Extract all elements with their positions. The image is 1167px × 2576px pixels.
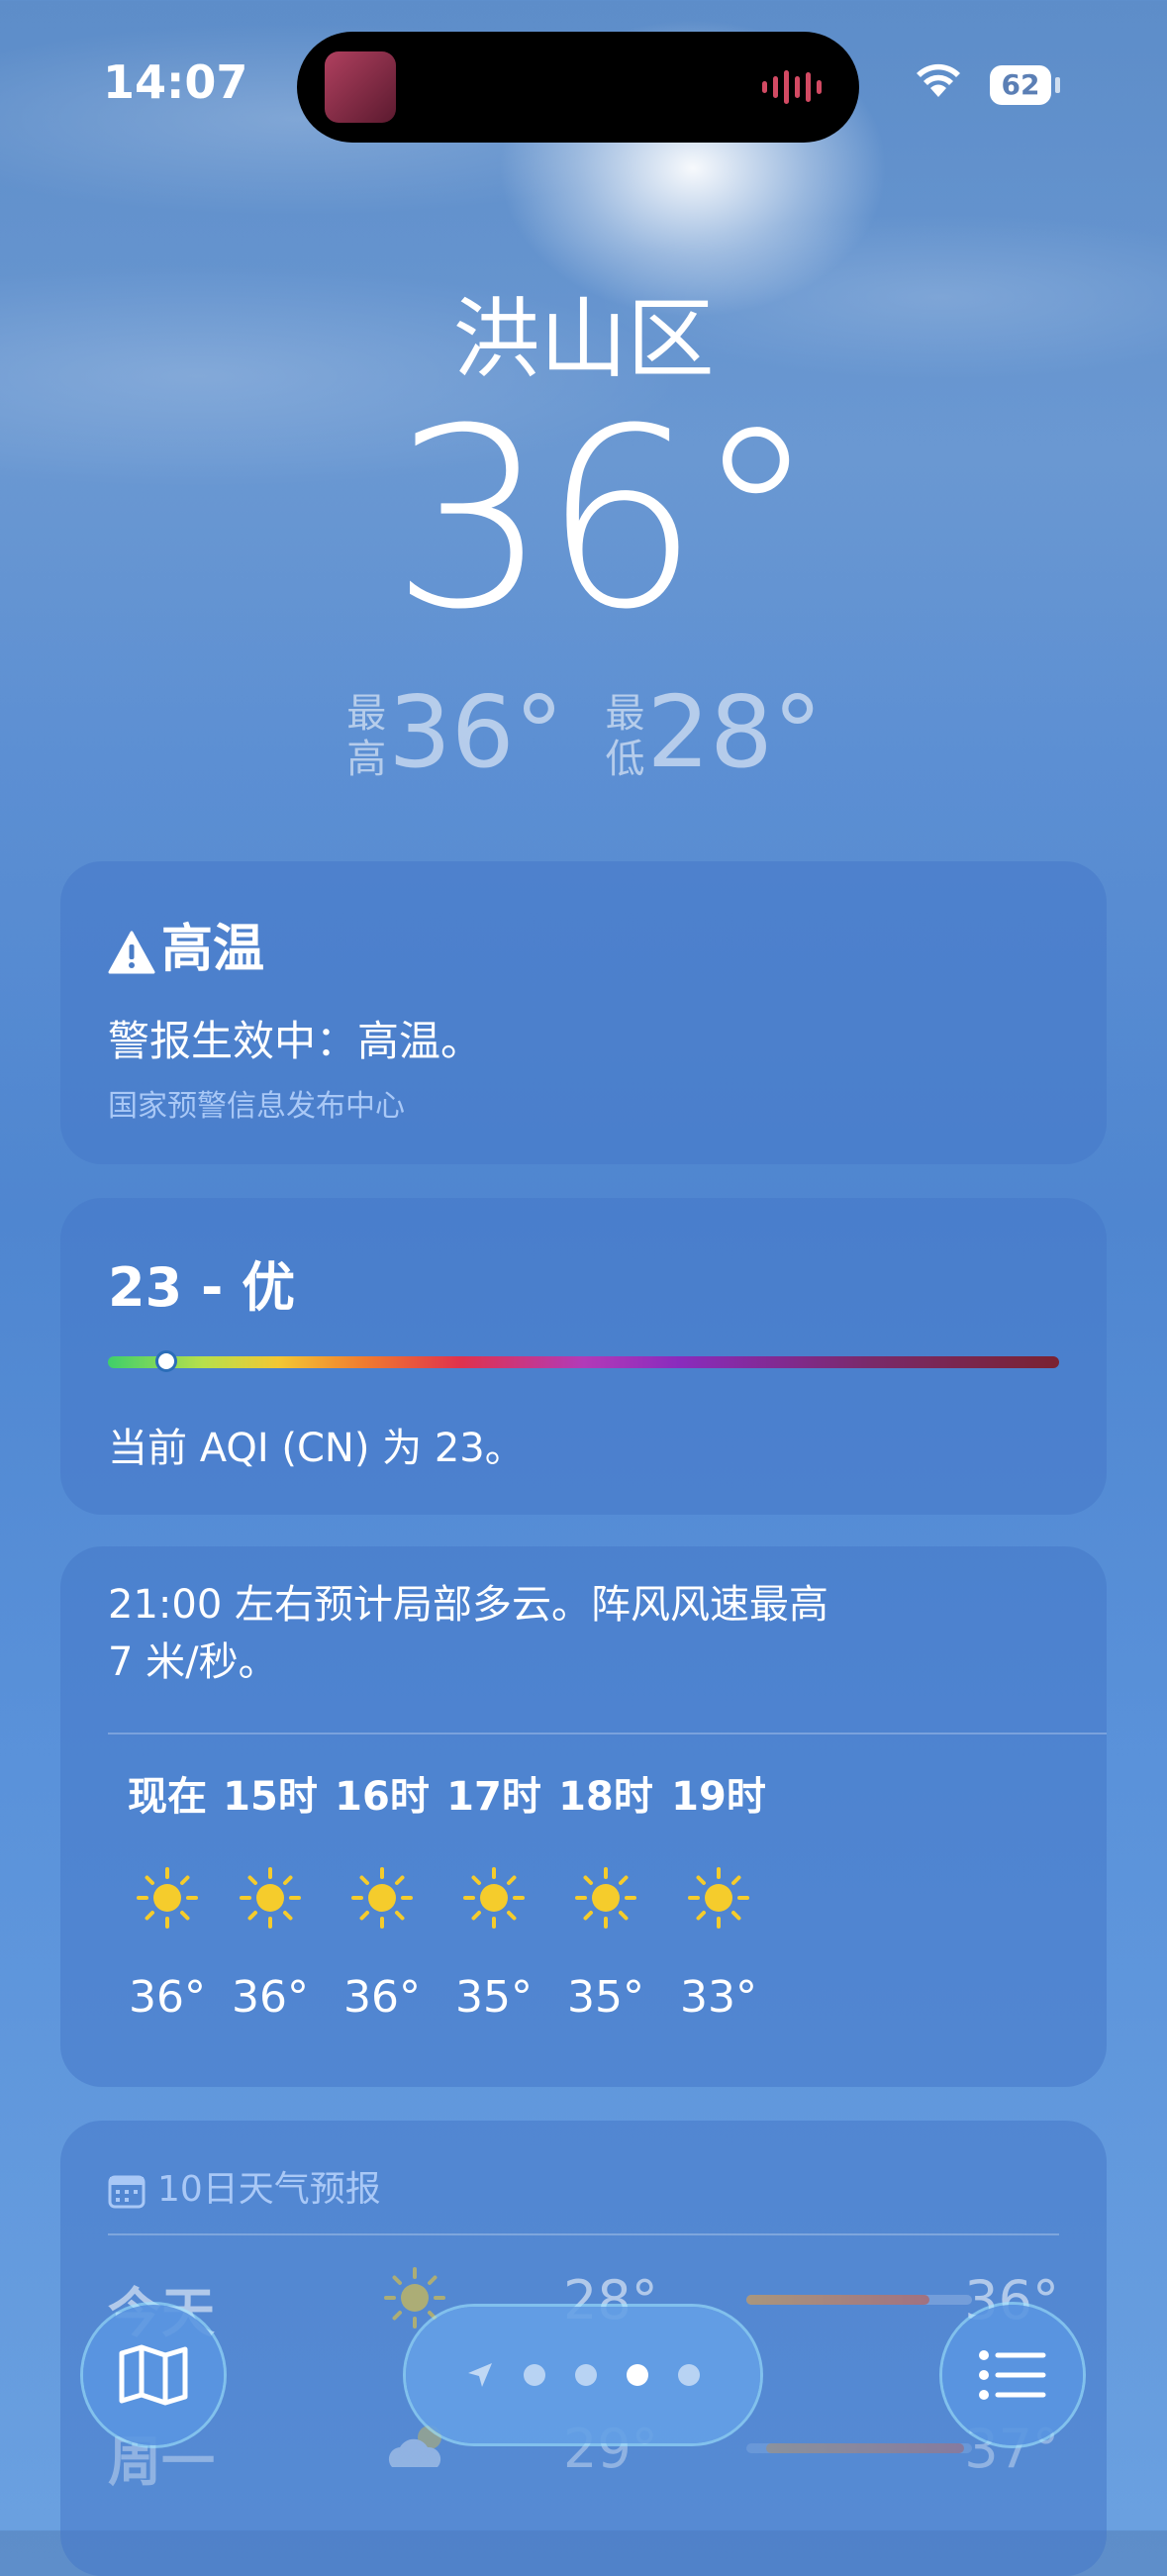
divider — [108, 2233, 1059, 2235]
battery-cap — [1055, 77, 1060, 93]
sun-icon — [575, 1867, 636, 1929]
sun-icon — [137, 1867, 198, 1929]
aqi-title: 23 - 优 — [108, 1256, 296, 1319]
page-dot[interactable] — [575, 2364, 597, 2386]
hourly-summary-line2: 7 米/秒。 — [108, 1639, 278, 1685]
forecast-header: 10日天气预报 — [108, 2160, 381, 2212]
alert-title-text: 高温 — [161, 920, 265, 979]
aqi-scale-bar — [108, 1356, 1059, 1368]
sun-icon — [463, 1867, 525, 1929]
hourly-forecast-card[interactable]: 21:00 左右预计局部多云。阵风风速最高 7 米/秒。 现在 36° 15时 36°… — [60, 1546, 1107, 2087]
page-dot[interactable] — [627, 2364, 648, 2386]
battery-indicator: 62 — [990, 65, 1051, 105]
alert-source: 国家预警信息发布中心 — [108, 1089, 405, 1124]
forecast-header-text: 10日天气预报 — [157, 2169, 381, 2210]
alert-title: 高温 — [108, 907, 264, 981]
status-time: 14:07 — [103, 55, 248, 109]
hour-temperature: 33° — [680, 1972, 757, 2023]
sun-icon — [240, 1867, 301, 1929]
location-list-button[interactable] — [942, 2305, 1083, 2445]
temperature-range-bar — [746, 2295, 972, 2305]
hour-icon — [649, 1824, 788, 1972]
hour-column: 19时 33° — [649, 1764, 788, 2023]
map-icon — [119, 2344, 188, 2406]
calendar-icon — [108, 2175, 146, 2209]
high-label: 最高 — [346, 691, 387, 782]
page-dots — [524, 2364, 700, 2386]
audio-waveform-icon — [762, 67, 826, 107]
page-dot[interactable] — [524, 2364, 545, 2386]
low-temperature: 28° — [646, 674, 823, 790]
list-icon — [979, 2350, 1046, 2400]
page-indicator[interactable] — [406, 2307, 760, 2443]
aqi-description: 当前 AQI (CN) 为 23。 — [108, 1426, 525, 1471]
high-low-temperatures: 最高36° 最低28° — [0, 674, 1167, 790]
hour-label: 19时 — [671, 1774, 766, 1820]
air-quality-card[interactable]: 23 - 优 当前 AQI (CN) 为 23。 — [60, 1198, 1107, 1515]
hourly-summary: 21:00 左右预计局部多云。阵风风速最高 7 米/秒。 — [108, 1576, 999, 1691]
sun-icon — [688, 1867, 749, 1929]
temperature-range-bar — [746, 2443, 972, 2453]
hourly-summary-line1: 21:00 左右预计局部多云。阵风风速最高 — [108, 1582, 828, 1628]
high-temperature: 36° — [388, 674, 564, 790]
dynamic-island[interactable] — [297, 32, 859, 143]
now-playing-artwork — [325, 51, 396, 123]
warning-icon — [108, 931, 155, 974]
weather-alert-card[interactable]: 高温 警报生效中：高温。 国家预警信息发布中心 — [60, 861, 1107, 1164]
wifi-icon — [917, 63, 960, 97]
aqi-indicator-dot — [155, 1350, 177, 1372]
map-button[interactable] — [83, 2305, 224, 2445]
sun-icon — [351, 1867, 413, 1929]
current-temperature: 36° — [391, 375, 818, 663]
location-arrow-icon — [468, 2363, 492, 2387]
page-dot[interactable] — [678, 2364, 700, 2386]
low-label: 最低 — [605, 691, 645, 782]
divider — [108, 1733, 1107, 1734]
alert-message: 警报生效中：高温。 — [108, 1017, 483, 1065]
